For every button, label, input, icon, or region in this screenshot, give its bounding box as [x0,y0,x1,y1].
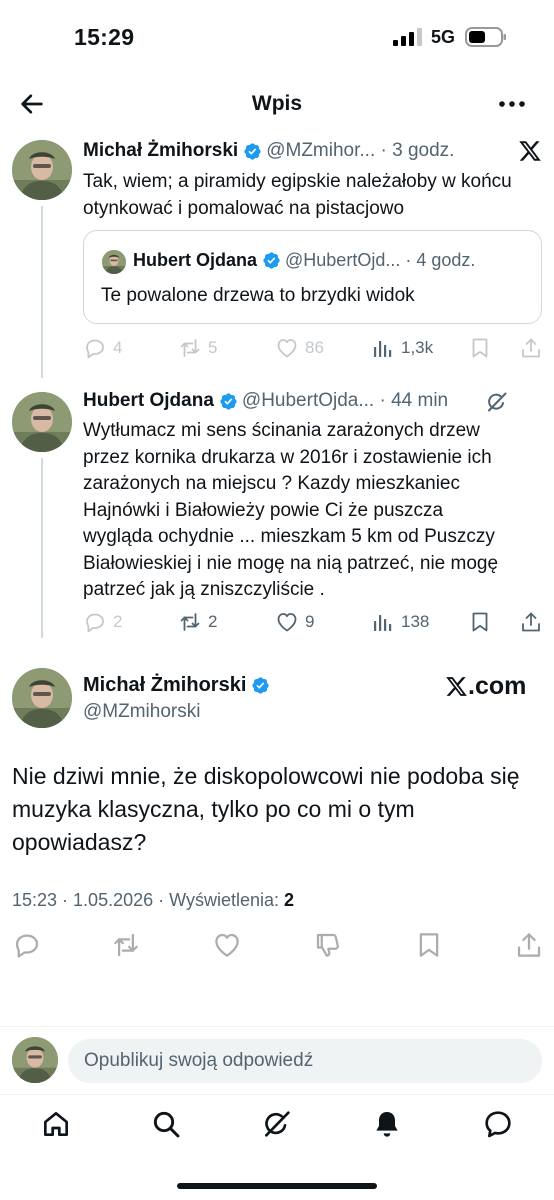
share-icon[interactable] [514,930,544,960]
dislike-icon[interactable] [313,930,343,960]
verified-badge-icon [251,676,270,695]
reply-input[interactable] [68,1039,542,1083]
avatar [102,250,126,274]
post-2-actions: 2 2 9 138 [83,608,543,636]
page-title: Wpis [251,92,303,115]
main-author: Michał Żmihorski [83,674,274,697]
author-name[interactable]: Michał Żmihorski [83,140,238,162]
thread-line [41,458,43,638]
post-1-actions-right: 1,3k [83,334,543,362]
share-icon [519,610,543,634]
avatar[interactable] [12,140,72,200]
bookmark-button[interactable] [468,608,498,636]
signal-icon [393,28,422,46]
x-logo-icon[interactable] [518,139,542,163]
avatar[interactable] [12,668,72,728]
post-2-text: Wytłumacz mi sens ścinania zarażonych dr… [83,420,499,600]
battery-icon [465,27,506,47]
bookmark-icon [468,336,492,360]
repost-button[interactable]: 2 [178,608,217,636]
like-button[interactable]: 9 [275,608,314,636]
main-post-actions [0,930,554,962]
author-handle[interactable]: @MZmihorski [83,701,200,723]
network-label: 5G [431,27,456,47]
views-button[interactable]: 138 [371,608,429,636]
x-logo-icon [446,677,467,696]
reply-icon[interactable] [12,930,42,960]
quoted-post-header: Hubert Ojdana @HubertOjd... · 4 godz. [133,250,475,271]
post-2-header: Hubert Ojdana @HubertOjda... · 44 min [83,390,448,412]
share-button[interactable] [519,608,549,636]
quoted-post[interactable]: Hubert Ojdana @HubertOjd... · 4 godz. Te… [83,230,542,324]
views-count: 2 [284,890,295,910]
home-indicator [177,1183,377,1189]
verified-badge-icon [262,251,281,270]
messages-icon[interactable] [482,1108,514,1140]
heart-icon [275,610,299,634]
divider [0,1094,554,1095]
views-label: Wyświetlenia: [169,890,284,910]
grok-icon[interactable] [485,390,509,414]
author-name[interactable]: Michał Żmihorski [83,674,246,697]
bookmark-icon[interactable] [414,930,444,960]
bookmark-button[interactable] [468,334,498,362]
bottom-tab-bar [0,1100,554,1160]
quoted-handle-time: @HubertOjd... · 4 godz. [285,250,476,270]
post-1-text: Tak, wiem; a piramidy egipskie należałob… [83,171,512,219]
divider [0,920,554,921]
repost-icon [178,610,202,634]
verified-badge-icon [243,142,262,161]
views-icon [371,610,395,634]
brand-domain: .com [468,672,527,700]
status-time: 15:29 [74,24,135,50]
search-icon[interactable] [150,1108,182,1140]
x-com-logo: .com [445,672,526,701]
share-button[interactable] [519,334,549,362]
verified-badge-icon [219,392,238,411]
status-bar: 15:29 5G [0,0,554,76]
post-1-header: Michał Żmihorski @MZmihor... · 3 godz. [83,140,454,162]
repost-icon[interactable] [111,930,141,960]
reply-icon [83,610,107,634]
home-icon[interactable] [40,1108,72,1140]
reply-button[interactable]: 2 [83,608,122,636]
bookmark-icon [468,610,492,634]
post-datetime[interactable]: 15:23 · 1.05.2026 · [12,890,169,910]
author-name[interactable]: Hubert Ojdana [83,390,214,412]
more-horizontal-icon[interactable] [496,92,528,116]
avatar [12,1037,58,1083]
notifications-icon[interactable] [371,1108,403,1140]
main-post-text: Nie dziwi mnie, że diskopolowcowi nie po… [12,763,520,855]
views-icon [371,336,395,360]
quoted-author-name: Hubert Ojdana [133,250,258,270]
top-nav: Wpis [0,80,554,130]
avatar[interactable] [12,392,72,452]
handle-time: @HubertOjda... · 44 min [241,390,449,411]
heart-icon[interactable] [212,930,242,960]
thread-line [41,206,43,378]
divider [0,1026,554,1027]
post-metadata: 15:23 · 1.05.2026 · Wyświetlenia: 2 [12,890,294,911]
grok-icon[interactable] [261,1108,293,1140]
quoted-post-text: Te powalone drzewa to brzydki widok [101,285,415,306]
handle-time: @MZmihor... · 3 godz. [266,140,455,161]
share-icon [519,336,543,360]
views-button[interactable]: 1,3k [371,334,433,362]
